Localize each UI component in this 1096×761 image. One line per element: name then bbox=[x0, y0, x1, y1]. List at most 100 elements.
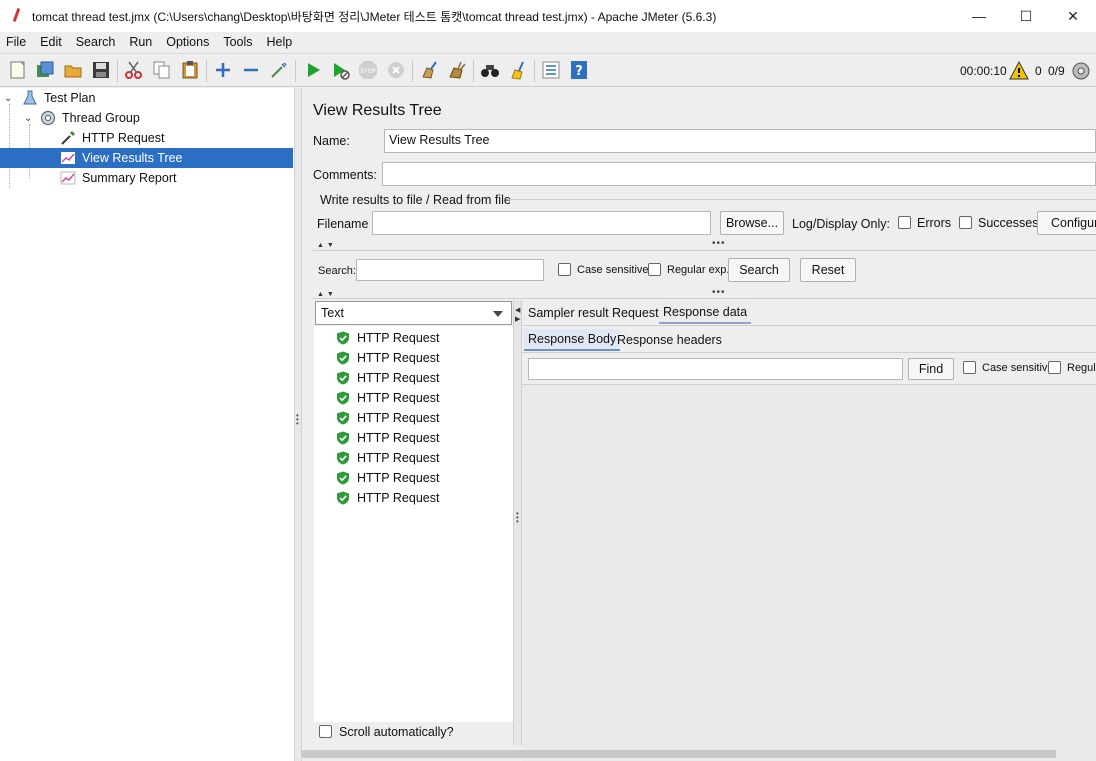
toolbar-separator bbox=[412, 60, 413, 82]
result-item[interactable]: HTTP Request bbox=[336, 429, 439, 447]
collapse-arrows-icon[interactable]: ▲▼ bbox=[317, 291, 337, 298]
result-item[interactable]: HTTP Request bbox=[336, 409, 439, 427]
start-no-pauses-button[interactable] bbox=[329, 59, 351, 81]
expand-all-button[interactable] bbox=[212, 59, 234, 81]
copy-button[interactable] bbox=[151, 59, 173, 81]
collapse-arrows-icon[interactable]: ▲▼ bbox=[317, 242, 337, 249]
broom-icon bbox=[422, 61, 437, 79]
results-splitter[interactable]: ◀ ▶ • • • bbox=[513, 300, 522, 745]
start-button[interactable] bbox=[302, 59, 324, 81]
cut-button[interactable] bbox=[123, 59, 145, 81]
shutdown-button[interactable] bbox=[385, 59, 407, 81]
tree-splitter[interactable]: • • • bbox=[294, 88, 302, 761]
result-item[interactable]: HTTP Request bbox=[336, 369, 439, 387]
warning-count: 0 bbox=[1035, 64, 1042, 78]
browse-button[interactable]: Browse... bbox=[720, 211, 784, 235]
window-title: tomcat thread test.jmx (C:\Users\chang\D… bbox=[32, 9, 717, 24]
renderer-select[interactable]: Text bbox=[315, 301, 512, 325]
function-helper-button[interactable] bbox=[540, 59, 562, 81]
expanded-chevron-icon[interactable]: ⌄ bbox=[24, 113, 34, 124]
save-button[interactable] bbox=[90, 59, 112, 81]
search-input[interactable] bbox=[356, 259, 544, 281]
name-input[interactable]: View Results Tree bbox=[384, 129, 1096, 153]
find-button[interactable]: Find bbox=[908, 358, 954, 380]
result-item[interactable]: HTTP Request bbox=[336, 389, 439, 407]
toggle-button[interactable] bbox=[268, 59, 290, 81]
tree-item-view-results-tree[interactable]: View Results Tree bbox=[0, 148, 293, 168]
result-item[interactable]: HTTP Request bbox=[336, 449, 439, 467]
shutdown-icon bbox=[388, 62, 404, 78]
tab-response-data[interactable]: Response data bbox=[659, 302, 752, 324]
reset-button[interactable]: Reset bbox=[800, 258, 856, 282]
tab-sampler-result[interactable]: Sampler result bbox=[524, 302, 613, 324]
help-button[interactable]: ? bbox=[568, 59, 590, 81]
find-regular-checkbox[interactable] bbox=[1048, 361, 1061, 374]
menu-search[interactable]: Search bbox=[76, 35, 116, 49]
tree-item-summary-report[interactable]: Summary Report bbox=[60, 168, 176, 188]
success-shield-icon bbox=[337, 351, 349, 365]
minus-icon bbox=[244, 68, 258, 72]
regular-exp-checkbox[interactable] bbox=[648, 263, 661, 276]
close-button[interactable]: ✕ bbox=[1050, 0, 1096, 32]
toolbar-separator bbox=[473, 60, 474, 82]
menu-options[interactable]: Options bbox=[166, 35, 209, 49]
paste-button[interactable] bbox=[179, 59, 201, 81]
tree-item-thread-group[interactable]: ⌄ Thread Group bbox=[24, 108, 140, 128]
configure-button[interactable]: Configure bbox=[1037, 211, 1096, 235]
section-rule bbox=[508, 199, 1096, 200]
minimize-button[interactable]: — bbox=[956, 0, 1002, 32]
tab-request[interactable]: Request bbox=[608, 302, 663, 324]
new-button[interactable] bbox=[7, 59, 29, 81]
open-button[interactable] bbox=[62, 59, 84, 81]
search-button[interactable]: Search bbox=[728, 258, 790, 282]
menu-run[interactable]: Run bbox=[129, 35, 152, 49]
splitter-arrows-icon[interactable]: ◀ ▶ bbox=[515, 306, 520, 324]
toolbar-separator bbox=[117, 60, 118, 82]
templates-icon bbox=[37, 61, 54, 77]
result-item[interactable]: HTTP Request bbox=[336, 489, 439, 507]
menu-tools[interactable]: Tools bbox=[223, 35, 252, 49]
stop-button[interactable]: STOP bbox=[357, 59, 379, 81]
search-button[interactable] bbox=[479, 59, 501, 81]
response-body-area[interactable] bbox=[522, 384, 1096, 761]
menu-file[interactable]: File bbox=[6, 35, 26, 49]
filename-input[interactable] bbox=[372, 211, 711, 235]
tab-response-headers[interactable]: Response headers bbox=[613, 329, 726, 351]
case-sensitive-checkbox[interactable] bbox=[558, 263, 571, 276]
tabs-rule bbox=[522, 325, 1096, 326]
scroll-auto-checkbox[interactable] bbox=[319, 725, 332, 738]
comments-input[interactable] bbox=[382, 162, 1096, 186]
tree-item-http-request[interactable]: HTTP Request bbox=[60, 128, 164, 148]
tree-item-label: Summary Report bbox=[82, 171, 177, 185]
reset-search-button[interactable] bbox=[507, 59, 529, 81]
tree-item-test-plan[interactable]: ⌄ Test Plan bbox=[4, 88, 95, 108]
warning-button[interactable] bbox=[1008, 60, 1030, 82]
errors-checkbox[interactable] bbox=[898, 216, 911, 229]
tree-item-label: View Results Tree bbox=[82, 151, 183, 165]
splitter-grip: • • • bbox=[516, 509, 519, 526]
expanded-chevron-icon[interactable]: ⌄ bbox=[4, 93, 14, 104]
result-item[interactable]: HTTP Request bbox=[336, 349, 439, 367]
toolbar-separator bbox=[534, 60, 535, 82]
active-threads: 0/9 bbox=[1048, 64, 1065, 78]
success-shield-icon bbox=[337, 451, 349, 465]
horizontal-scrollbar[interactable] bbox=[302, 750, 1056, 758]
successes-checkbox[interactable] bbox=[959, 216, 972, 229]
remote-status-button[interactable] bbox=[1070, 60, 1092, 82]
result-item-label: HTTP Request bbox=[357, 371, 440, 385]
result-item[interactable]: HTTP Request bbox=[336, 469, 439, 487]
templates-button[interactable] bbox=[34, 59, 56, 81]
clear-all-button[interactable] bbox=[446, 59, 468, 81]
result-item[interactable]: HTTP Request bbox=[336, 329, 439, 347]
menu-edit[interactable]: Edit bbox=[40, 35, 62, 49]
find-input[interactable] bbox=[528, 358, 903, 380]
success-shield-icon bbox=[337, 491, 349, 505]
find-case-sensitive-checkbox[interactable] bbox=[963, 361, 976, 374]
maximize-button[interactable]: ☐ bbox=[1003, 0, 1049, 32]
menu-help[interactable]: Help bbox=[267, 35, 293, 49]
collapse-all-button[interactable] bbox=[240, 59, 262, 81]
clear-button[interactable] bbox=[418, 59, 440, 81]
result-item-label: HTTP Request bbox=[357, 331, 440, 345]
tab-response-body[interactable]: Response Body bbox=[524, 329, 621, 351]
svg-text:?: ? bbox=[575, 64, 583, 79]
